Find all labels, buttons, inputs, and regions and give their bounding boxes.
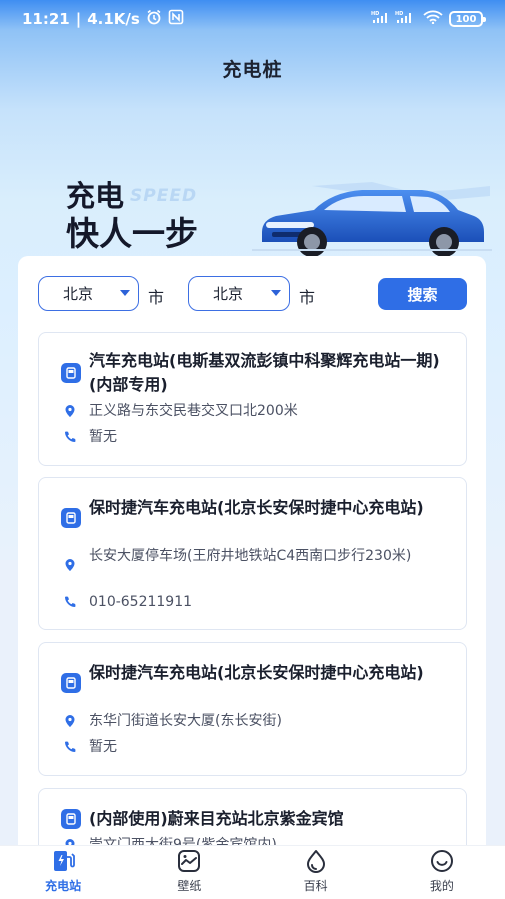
battery-icon: 100 (449, 11, 486, 27)
station-name: 汽车充电站(电斯基双流彭镇中科聚辉充电站一期)(内部专用) (89, 351, 440, 394)
svg-text:HD: HD (371, 11, 379, 17)
alarm-icon (146, 9, 162, 29)
tab-label: 百科 (303, 879, 328, 893)
nfc-icon (168, 9, 184, 29)
tab-wallpaper[interactable]: 壁纸 (126, 846, 252, 899)
charging-station-icon (61, 809, 81, 829)
station-phone: 暂无 (89, 429, 117, 445)
chevron-down-icon (271, 290, 281, 296)
tab-charging-station[interactable]: 充电站 (0, 846, 126, 899)
station-address-row: 东华门街道长安大厦(东长安街) (63, 711, 446, 731)
station-address: 长安大厦停车场(王府井地铁站C4西南口步行230米) (89, 548, 412, 564)
station-address-row: 长安大厦停车场(王府井地铁站C4西南口步行230米) (63, 546, 446, 572)
tab-label: 我的 (429, 879, 454, 893)
car-illustration-icon (252, 182, 492, 257)
station-card[interactable]: 保时捷汽车充电站(北京长安保时捷中心充电站) 长安大厦停车场(王府井地铁站C4西… (38, 477, 467, 630)
search-button[interactable]: 搜索 (378, 278, 467, 310)
encyclopedia-icon (306, 850, 325, 873)
phone-icon (63, 592, 85, 612)
status-bar: 11:21 | 4.1K/s HD HD 100 (0, 0, 505, 38)
station-phone: 暂无 (89, 739, 117, 755)
station-name: 保时捷汽车充电站(北京长安保时捷中心充电站) (89, 498, 424, 517)
bottom-tab-bar: 充电站 壁纸 百科 我的 (0, 845, 505, 899)
city-suffix: 市 (299, 288, 316, 307)
profile-icon (430, 850, 453, 872)
station-card[interactable]: 保时捷汽车充电站(北京长安保时捷中心充电站) 东华门街道长安大厦(东长安街) 暂… (38, 642, 467, 776)
station-phone-row: 010-65211911 (63, 592, 446, 612)
station-card[interactable]: 汽车充电站(电斯基双流彭镇中科聚辉充电站一期)(内部专用) 正义路与东交民巷交叉… (38, 332, 467, 466)
province-suffix: 市 (148, 288, 165, 307)
banner-line-1: 充电 (66, 179, 125, 213)
city-select[interactable]: 北京 (188, 276, 290, 311)
charging-station-icon (54, 851, 76, 871)
status-separator: | (75, 10, 82, 28)
charging-station-icon (61, 363, 81, 383)
city-value: 北京 (213, 285, 244, 303)
phone-icon (63, 427, 85, 447)
status-time: 11:21 (22, 10, 70, 28)
location-pin-icon (63, 401, 85, 421)
page-title: 充电桩 (222, 59, 283, 81)
banner-line-2: 快人一步 (66, 214, 198, 253)
tab-profile[interactable]: 我的 (379, 846, 505, 899)
station-address-row: 正义路与东交民巷交叉口北200米 (63, 401, 446, 421)
station-address: 正义路与东交民巷交叉口北200米 (89, 403, 298, 419)
network-speed: 4.1K/s (87, 10, 140, 28)
phone-icon (63, 737, 85, 757)
svg-text:HD: HD (395, 11, 403, 17)
signal-icon: HD HD (371, 10, 417, 28)
banner-slogan: 充电 SPEED 快人一步 (66, 178, 246, 254)
province-value: 北京 (63, 285, 94, 303)
wifi-icon (423, 10, 443, 28)
tab-label: 壁纸 (177, 879, 202, 893)
banner-speed-tag: SPEED (130, 186, 198, 206)
charging-station-icon (61, 508, 81, 528)
tab-encyclopedia[interactable]: 百科 (253, 846, 379, 899)
station-name: (内部使用)蔚来目充站北京紫金宾馆 (89, 809, 344, 828)
location-pin-icon (63, 711, 85, 731)
location-pin-icon (63, 546, 85, 572)
charging-station-icon (61, 673, 81, 693)
station-phone-row: 暂无 (63, 427, 446, 447)
station-phone: 010-65211911 (89, 594, 193, 610)
province-select[interactable]: 北京 (38, 276, 139, 311)
battery-level: 100 (455, 13, 477, 25)
station-phone-row: 暂无 (63, 737, 446, 757)
station-name: 保时捷汽车充电站(北京长安保时捷中心充电站) (89, 663, 424, 682)
station-address: 东华门街道长安大厦(东长安街) (89, 713, 282, 729)
wallpaper-icon (178, 850, 201, 872)
chevron-down-icon (120, 290, 130, 296)
tab-label: 充电站 (45, 879, 82, 893)
